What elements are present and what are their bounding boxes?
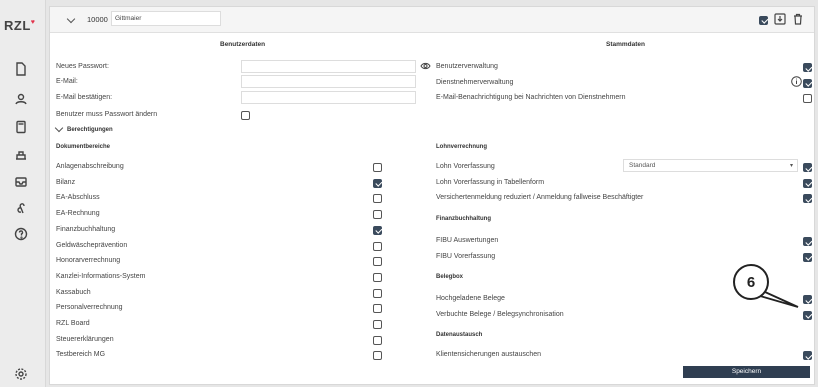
permission-checkbox[interactable]	[803, 78, 812, 88]
permission-checkbox[interactable]	[373, 194, 382, 204]
must-change-password-label: Benutzer muss Passwort ändern	[56, 111, 158, 118]
permission-label: Kanzlei-Informations-System	[56, 272, 146, 280]
permission-checkbox[interactable]	[373, 320, 382, 329]
permission-label: Finanzbuchhaltung	[56, 225, 116, 233]
document-icon[interactable]	[12, 60, 30, 78]
permission-label: Benutzerverwaltung	[436, 63, 498, 70]
permission-label: Steuererklärungen	[56, 335, 114, 343]
permission-checkbox[interactable]	[803, 351, 812, 360]
permission-label: RZL Board	[56, 320, 90, 327]
permission-label: FIBU Vorerfassung	[436, 252, 496, 260]
chevron-down-icon[interactable]	[54, 123, 64, 133]
callout-badge: 6	[733, 264, 769, 300]
permission-checkbox[interactable]	[373, 335, 382, 345]
permission-checkbox[interactable]	[803, 163, 812, 172]
master-data-heading: Stammdaten	[606, 41, 646, 48]
clover-icon[interactable]	[12, 199, 30, 217]
permission-checkbox[interactable]	[803, 310, 812, 320]
permission-checkbox[interactable]	[373, 163, 382, 172]
select-all-checkbox[interactable]	[759, 15, 768, 25]
permission-checkbox[interactable]	[803, 63, 812, 72]
permission-label: Personalverrechnung	[56, 304, 123, 312]
permission-checkbox[interactable]	[373, 304, 382, 314]
permission-label: EA-Rechnung	[56, 210, 100, 218]
calculator-icon[interactable]	[12, 118, 30, 136]
save-button[interactable]: Speichern	[683, 366, 810, 378]
permission-checkbox[interactable]	[373, 272, 382, 282]
permission-label: Klientensicherungen austauschen	[436, 351, 542, 358]
stamp-icon[interactable]	[12, 145, 30, 163]
permission-label: Geldwäscheprävention	[56, 241, 128, 249]
permission-label: Anlagenabschreibung	[56, 163, 124, 170]
permission-label: Honorarverrechnung	[56, 257, 121, 265]
must-change-password-checkbox[interactable]	[241, 111, 250, 120]
permission-checkbox[interactable]	[373, 178, 382, 188]
chevron-down-icon[interactable]	[66, 14, 76, 24]
download-icon[interactable]	[774, 13, 786, 27]
users-icon[interactable]	[12, 90, 30, 108]
permission-label: Verbuchte Belege / Belegsynchronisation	[436, 310, 564, 318]
client-number: 10000	[87, 15, 108, 24]
fibu-heading: Finanzbuchhaltung	[436, 216, 491, 222]
permission-label: Lohn Vorerfassung	[436, 163, 495, 170]
main-panel: 10000 Gittmaier Benutzerdaten Neues Pass…	[49, 6, 815, 385]
permission-checkbox[interactable]	[373, 257, 382, 267]
inbox-icon[interactable]	[12, 173, 30, 191]
email-input[interactable]	[241, 75, 416, 88]
permission-checkbox[interactable]	[803, 237, 812, 246]
document-areas-heading: Dokumentbereiche	[56, 144, 111, 150]
permission-label: EA-Abschluss	[56, 194, 100, 202]
rzl-logo[interactable]: RZL♥	[4, 18, 35, 33]
belegbox-heading: Belegbox	[436, 274, 464, 280]
permission-checkbox[interactable]	[373, 225, 382, 235]
permission-label: Dienstnehmerverwaltung	[436, 78, 514, 86]
email-label: E-Mail:	[56, 78, 78, 85]
permission-checkbox[interactable]	[373, 210, 382, 220]
help-icon[interactable]	[12, 225, 30, 243]
email-confirm-input[interactable]	[241, 91, 416, 104]
info-icon[interactable]	[791, 76, 802, 89]
permission-label: Kassabuch	[56, 288, 91, 296]
permission-checkbox[interactable]	[373, 241, 382, 251]
permission-label: Hochgeladene Belege	[436, 295, 505, 302]
permission-checkbox[interactable]	[803, 178, 812, 188]
permissions-toggle[interactable]: Berechtigungen	[67, 127, 113, 133]
permission-checkbox[interactable]	[373, 288, 382, 298]
permission-label: E-Mail-Benachrichtigung bei Nachrichten …	[436, 94, 626, 101]
email-confirm-label: E-Mail bestätigen:	[56, 94, 113, 101]
payroll-heading: Lohnverrechnung	[436, 144, 488, 150]
permission-label: FIBU Auswertungen	[436, 237, 499, 244]
sidebar: RZL♥	[0, 0, 46, 387]
settings-icon[interactable]	[12, 365, 30, 383]
client-header: 10000 Gittmaier	[50, 7, 814, 33]
new-password-input[interactable]	[241, 60, 416, 73]
permission-label: Lohn Vorerfassung in Tabellenform	[436, 178, 545, 186]
permission-checkbox[interactable]	[373, 351, 382, 361]
new-password-label: Neues Passwort:	[56, 63, 109, 70]
payroll-mode-select[interactable]: Standard ▾	[623, 159, 798, 172]
permission-label: Versichertenmeldung reduziert / Anmeldun…	[436, 194, 644, 201]
permission-checkbox[interactable]	[803, 295, 812, 304]
trash-icon[interactable]	[792, 13, 804, 27]
permission-checkbox[interactable]	[803, 94, 812, 103]
client-name-field[interactable]: Gittmaier	[111, 11, 221, 26]
data-exchange-heading: Datenaustausch	[436, 332, 483, 338]
permission-checkbox[interactable]	[803, 194, 812, 203]
permission-label: Bilanz	[56, 178, 76, 186]
permission-label: Testbereich MG	[56, 351, 106, 359]
eye-icon[interactable]	[420, 61, 431, 73]
user-data-heading: Benutzerdaten	[220, 41, 266, 48]
permission-checkbox[interactable]	[803, 252, 812, 262]
